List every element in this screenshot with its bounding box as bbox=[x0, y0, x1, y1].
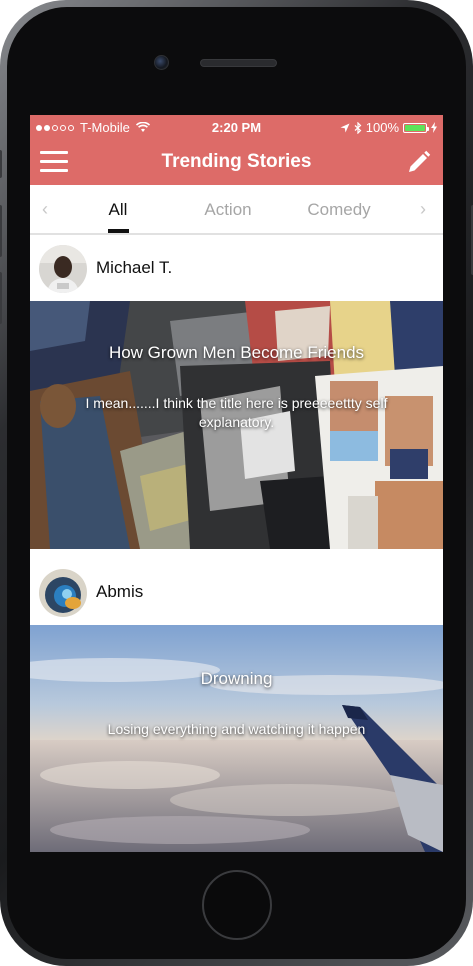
volume-up-button bbox=[0, 205, 2, 257]
story-title: How Grown Men Become Friends bbox=[108, 343, 365, 362]
story-description: Losing everything and watching it happen bbox=[107, 721, 366, 737]
front-camera bbox=[154, 55, 169, 70]
story-author-row[interactable]: Abmis bbox=[30, 561, 443, 625]
avatar[interactable] bbox=[39, 245, 87, 293]
story-description: I mean.......I think the title here is p… bbox=[85, 395, 388, 430]
story-title: Drowning bbox=[200, 669, 273, 688]
battery-icon bbox=[403, 122, 429, 133]
tab-comedy[interactable]: Comedy bbox=[300, 200, 378, 220]
navigation-bar: Trending Stories bbox=[30, 139, 443, 185]
mute-switch bbox=[0, 150, 2, 178]
page-title: Trending Stories bbox=[161, 151, 312, 172]
tab-all[interactable]: All bbox=[98, 200, 138, 220]
story-cover-image[interactable]: Drowning Losing everything and watching … bbox=[30, 625, 443, 852]
story-cover-image[interactable]: How Grown Men Become Friends I mean.....… bbox=[30, 301, 443, 549]
status-right: 100% bbox=[340, 120, 437, 135]
status-bar: T-Mobile 2:20 PM 100% bbox=[30, 115, 443, 139]
location-arrow-icon bbox=[340, 123, 350, 132]
battery-percent: 100% bbox=[365, 120, 399, 135]
story-author-row[interactable]: Michael T. bbox=[30, 237, 443, 301]
app-screen: T-Mobile 2:20 PM 100% Trending Stories ‹… bbox=[30, 115, 443, 852]
author-name[interactable]: Abmis bbox=[96, 582, 143, 602]
chevron-right-icon[interactable]: › bbox=[420, 199, 426, 220]
active-tab-indicator bbox=[108, 229, 129, 233]
tab-action[interactable]: Action bbox=[193, 200, 263, 220]
pencil-icon[interactable] bbox=[405, 148, 433, 176]
home-button[interactable] bbox=[202, 870, 272, 940]
category-tabs: ‹ All Action Comedy › bbox=[30, 185, 443, 235]
chevron-left-icon[interactable]: ‹ bbox=[42, 199, 48, 220]
volume-down-button bbox=[0, 272, 2, 324]
earpiece-speaker bbox=[200, 59, 277, 67]
bluetooth-icon bbox=[354, 121, 362, 134]
charging-bolt-icon bbox=[431, 122, 437, 133]
author-name[interactable]: Michael T. bbox=[96, 258, 172, 278]
avatar[interactable] bbox=[39, 569, 87, 617]
